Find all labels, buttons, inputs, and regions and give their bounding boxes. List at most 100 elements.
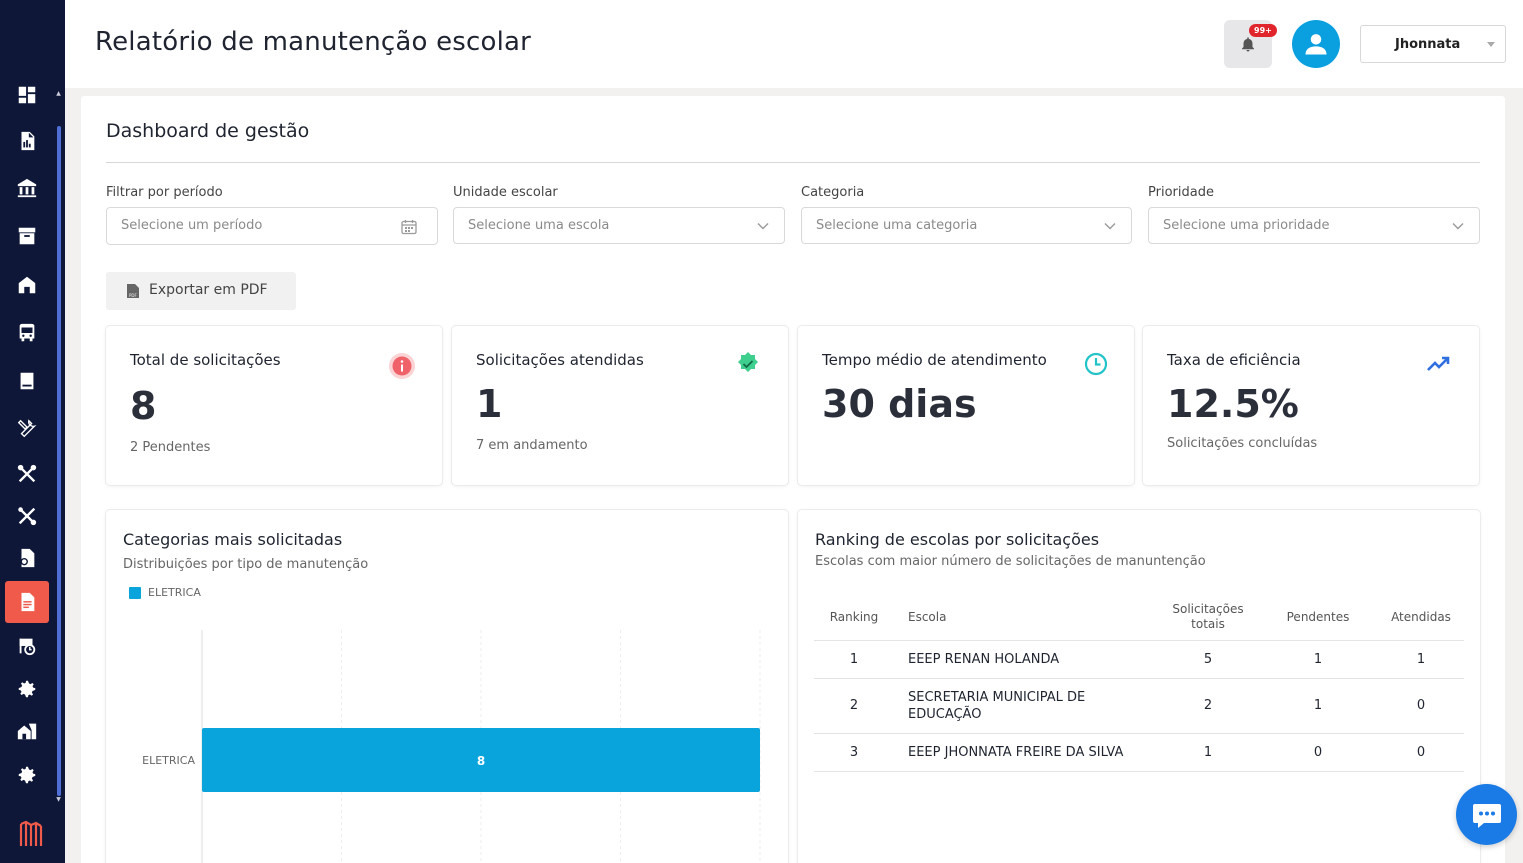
sidebar-scrollbar[interactable] — [57, 126, 61, 796]
cell-rank: 1 — [814, 640, 894, 679]
column-header-ranking[interactable]: Ranking — [814, 594, 894, 641]
cell-pending: 0 — [1258, 733, 1378, 772]
verified-check-icon — [738, 352, 758, 372]
cell-rank: 2 — [814, 678, 894, 734]
chevron-down-icon — [1104, 223, 1116, 230]
scroll-down-arrow[interactable]: ▼ — [55, 797, 62, 803]
cell-school: SECRETARIA MUNICIPAL DE EDUCAÇÃO — [894, 678, 1158, 734]
stat-title: Taxa de eficiência — [1167, 351, 1301, 369]
categories-panel: Categorias mais solicitadas Distribuiçõe… — [106, 510, 788, 863]
table-header-row: Ranking Escola Solicitações totais Pende… — [814, 594, 1464, 641]
categories-title: Categorias mais solicitadas — [123, 530, 343, 549]
maintenance-report-icon[interactable] — [12, 543, 42, 573]
ranking-title: Ranking de escolas por solicitações — [815, 530, 1100, 549]
stat-value: 30 dias — [822, 382, 977, 426]
cell-rank: 3 — [814, 733, 894, 772]
info-icon — [389, 353, 415, 379]
book-icon[interactable] — [12, 366, 42, 396]
notification-badge: 99+ — [1249, 24, 1277, 37]
bar-data-label: 8 — [477, 754, 485, 768]
column-header-school[interactable]: Escola — [894, 594, 1158, 641]
bell-icon — [1242, 37, 1254, 52]
school-icon[interactable] — [12, 270, 42, 300]
stat-subtitle: 7 em andamento — [476, 438, 588, 453]
table-row[interactable]: 2 SECRETARIA MUNICIPAL DE EDUCAÇÃO 2 1 0 — [814, 678, 1464, 734]
trending-up-icon — [1427, 356, 1450, 371]
column-header-pending[interactable]: Pendentes — [1258, 594, 1378, 641]
cell-total: 5 — [1158, 640, 1258, 679]
stat-title: Tempo médio de atendimento — [822, 351, 1047, 369]
gear-icon[interactable] — [12, 760, 42, 790]
buildings-icon[interactable] — [12, 716, 42, 746]
priority-placeholder: Selecione uma prioridade — [1163, 218, 1330, 233]
sidebar: ▲ ▼ — [0, 0, 65, 863]
category-select[interactable]: Selecione uma categoria — [801, 207, 1132, 244]
table-row[interactable]: 3 EEEP JHONNATA FREIRE DA SILVA 1 0 0 — [814, 733, 1464, 772]
pdf-file-icon: PDF — [127, 284, 139, 298]
stat-subtitle: 2 Pendentes — [130, 440, 211, 455]
divider — [106, 162, 1480, 163]
bus-icon[interactable] — [12, 318, 42, 348]
stat-value: 8 — [130, 384, 157, 428]
stat-value: 12.5% — [1167, 382, 1299, 426]
document-icon[interactable] — [5, 581, 49, 623]
school-select[interactable]: Selecione uma escola — [453, 207, 785, 244]
cell-school: EEEP JHONNATA FREIRE DA SILVA — [894, 733, 1158, 772]
tools-icon[interactable] — [12, 501, 42, 531]
report-icon[interactable] — [12, 126, 42, 156]
filter-category-label: Categoria — [801, 185, 865, 200]
filter-priority-label: Prioridade — [1148, 185, 1214, 200]
filter-period-label: Filtrar por período — [106, 185, 223, 200]
page-title: Relatório de manutenção escolar — [95, 27, 532, 57]
schedule-icon[interactable] — [12, 631, 42, 661]
chart-legend[interactable]: ELETRICA — [129, 586, 201, 599]
user-menu-dropdown[interactable]: Jhonnata — [1360, 25, 1506, 63]
avatar[interactable] — [1292, 20, 1340, 68]
caret-down-icon — [1487, 42, 1495, 47]
stat-card-attended: Solicitações atendidas 1 7 em andamento — [452, 326, 788, 485]
sidebar-header — [0, 0, 65, 86]
chat-bubble-icon — [1472, 803, 1501, 828]
stat-title: Total de solicitações — [130, 351, 281, 369]
cell-pending: 1 — [1258, 678, 1378, 734]
stat-card-total: Total de solicitações 8 2 Pendentes — [106, 326, 442, 485]
categories-bar-chart: ELETRICA 8 — [142, 630, 761, 863]
tools-icon[interactable] — [12, 414, 42, 444]
export-pdf-button[interactable]: PDF Exportar em PDF — [106, 272, 296, 310]
wrench-icon[interactable] — [12, 459, 42, 489]
priority-select[interactable]: Selecione uma prioridade — [1148, 207, 1480, 244]
ranking-table: Ranking Escola Solicitações totais Pende… — [814, 594, 1464, 772]
period-filter-input[interactable]: Selecione um período — [106, 207, 438, 245]
categories-subtitle: Distribuições por tipo de manutenção — [123, 557, 369, 572]
clock-icon — [1084, 352, 1108, 376]
calendar-icon — [401, 220, 417, 235]
chevron-down-icon — [757, 223, 769, 230]
stat-value: 1 — [476, 382, 503, 426]
table-row[interactable]: 1 EEEP RENAN HOLANDA 5 1 1 — [814, 640, 1464, 679]
gear-icon[interactable] — [12, 674, 42, 704]
chevron-down-icon — [1452, 223, 1464, 230]
stat-card-avg-time: Tempo médio de atendimento 30 dias — [798, 326, 1134, 485]
school-placeholder: Selecione uma escola — [468, 218, 610, 233]
filter-school-label: Unidade escolar — [453, 185, 558, 200]
cell-school: EEEP RENAN HOLANDA — [894, 640, 1158, 679]
stat-card-efficiency: Taxa de eficiência 12.5% Solicitações co… — [1143, 326, 1479, 485]
dashboard-card: Dashboard de gestão Filtrar por período … — [81, 96, 1505, 863]
dashboard-icon[interactable] — [12, 86, 42, 104]
archive-icon[interactable] — [12, 221, 42, 251]
ranking-panel: Ranking de escolas por solicitações Esco… — [798, 510, 1480, 863]
legend-label: ELETRICA — [148, 586, 201, 599]
scroll-up-arrow[interactable]: ▲ — [55, 91, 62, 97]
user-icon — [1305, 34, 1327, 55]
building-icon[interactable] — [12, 173, 42, 203]
user-name: Jhonnata — [1395, 37, 1461, 52]
column-header-total[interactable]: Solicitações totais — [1158, 594, 1258, 641]
cell-total: 1 — [1158, 733, 1258, 772]
dashboard-title: Dashboard de gestão — [106, 120, 310, 142]
top-header: Relatório de manutenção escolar 99+ Jhon… — [65, 0, 1523, 88]
svg-text:PDF: PDF — [129, 293, 137, 298]
column-header-done[interactable]: Atendidas — [1378, 594, 1464, 641]
export-pdf-label: Exportar em PDF — [149, 282, 268, 298]
cell-done: 0 — [1378, 678, 1464, 734]
chat-button[interactable] — [1456, 784, 1517, 845]
